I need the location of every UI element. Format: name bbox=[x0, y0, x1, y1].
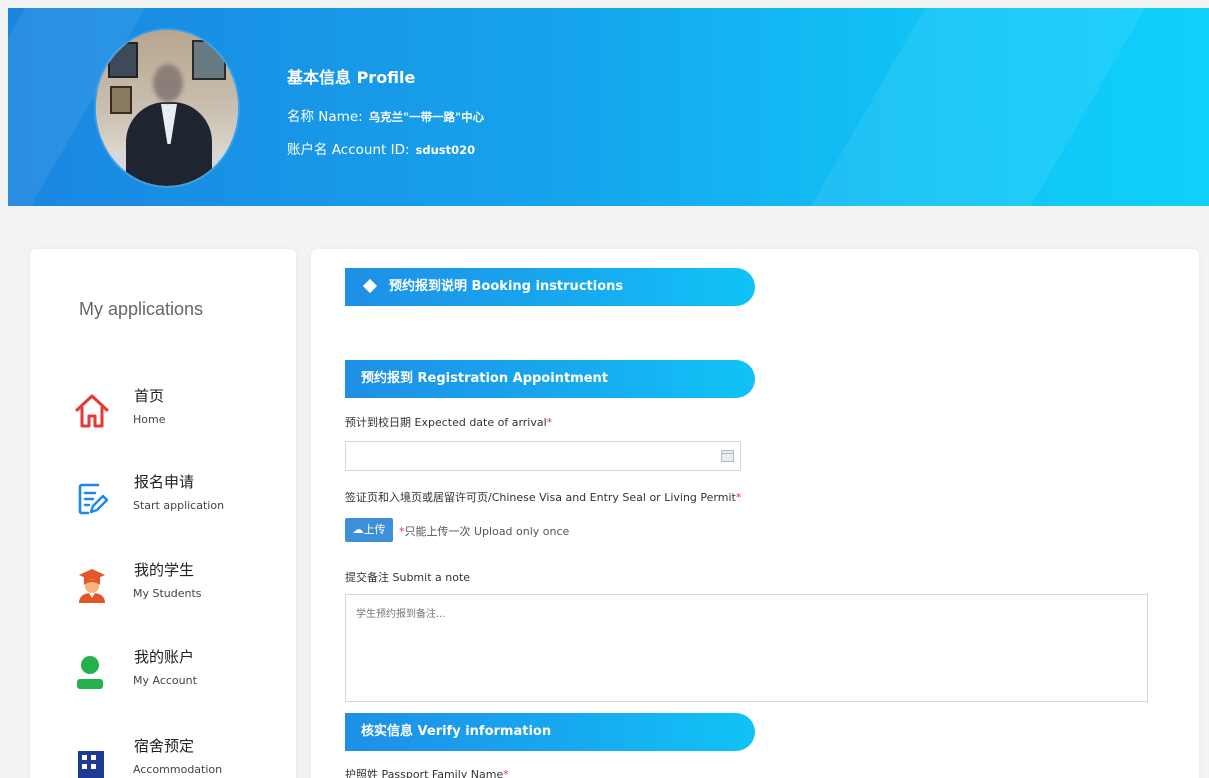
upload-button[interactable]: ☁上传 bbox=[345, 518, 393, 542]
sidebar-item-label: 我的账户 bbox=[134, 648, 195, 666]
sidebar-item-start-application[interactable]: 报名申请 Start application bbox=[74, 469, 274, 529]
section-title: 预约报到 Registration Appointment bbox=[361, 371, 608, 386]
sidebar-item-sublabel: Start application bbox=[133, 499, 225, 512]
diamond-icon bbox=[362, 278, 378, 293]
arrival-date-input[interactable] bbox=[345, 441, 741, 471]
graduate-student-icon bbox=[79, 569, 105, 603]
note-textarea[interactable] bbox=[345, 594, 1148, 702]
sidebar-item-sublabel: Home bbox=[133, 413, 166, 426]
cloud-upload-icon: ☁ bbox=[352, 523, 364, 536]
sidebar-item-sublabel: Accommodation bbox=[133, 763, 223, 776]
sidebar-item-sublabel: My Students bbox=[133, 587, 202, 600]
account-value: sdust020 bbox=[415, 143, 476, 157]
section-title: 核实信息 Verify information bbox=[361, 724, 552, 739]
booking-instructions-header[interactable]: 预约报到说明 Booking instructions bbox=[345, 268, 755, 306]
edit-document-icon bbox=[78, 483, 109, 515]
home-icon bbox=[75, 394, 109, 428]
sidebar-item-my-students[interactable]: 我的学生 My Students bbox=[74, 557, 274, 617]
profile-name: 名称 Name: 乌克兰"一带一路"中心 bbox=[287, 105, 484, 125]
required-mark: * bbox=[735, 491, 742, 504]
name-value: 乌克兰"一带一路"中心 bbox=[368, 110, 485, 124]
name-label: 名称 Name: bbox=[287, 109, 363, 125]
sidebar-item-label: 我的学生 bbox=[134, 561, 195, 579]
profile-banner: 基本信息 Profile 名称 Name: 乌克兰"一带一路"中心 账户名 Acc… bbox=[8, 8, 1209, 206]
verify-information-header: 核实信息 Verify information bbox=[345, 713, 755, 751]
sidebar-item-accommodation[interactable]: 宿舍预定 Accommodation bbox=[74, 733, 274, 778]
account-label: 账户名 Account ID: bbox=[287, 142, 410, 158]
banner-decoration bbox=[810, 8, 1146, 206]
family-name-label: 护照姓 Passport Family Name* bbox=[345, 766, 509, 778]
profile-title: 基本信息 Profile bbox=[287, 68, 416, 87]
visa-label: 签证页和入境页或居留许可页/Chinese Visa and Entry Sea… bbox=[345, 491, 742, 504]
registration-appointment-header: 预约报到 Registration Appointment bbox=[345, 360, 755, 398]
upload-button-label: 上传 bbox=[363, 523, 386, 536]
user-account-icon bbox=[77, 656, 103, 689]
main-panel: 预约报到说明 Booking instructions 预约报到 Registr… bbox=[311, 249, 1199, 778]
sidebar-item-label: 宿舍预定 bbox=[134, 737, 195, 755]
profile-account: 账户名 Account ID: sdust020 bbox=[287, 138, 475, 158]
section-title: 预约报到说明 Booking instructions bbox=[389, 279, 624, 294]
upload-note: *只能上传一次 Upload only once bbox=[399, 525, 570, 538]
calendar-icon[interactable] bbox=[721, 450, 734, 462]
sidebar-item-my-account[interactable]: 我的账户 My Account bbox=[74, 644, 274, 704]
required-mark: * bbox=[503, 768, 509, 778]
avatar[interactable] bbox=[96, 30, 238, 186]
sidebar-title: My applications bbox=[79, 299, 204, 319]
sidebar-item-label: 报名申请 bbox=[134, 473, 195, 491]
building-icon bbox=[78, 751, 104, 778]
required-mark: * bbox=[546, 416, 553, 429]
arrival-date-label: 预计到校日期 Expected date of arrival* bbox=[345, 416, 553, 429]
sidebar-item-sublabel: My Account bbox=[133, 674, 197, 687]
sidebar-item-home[interactable]: 首页 Home bbox=[74, 383, 274, 443]
sidebar-item-label: 首页 bbox=[134, 387, 165, 405]
note-label: 提交备注 Submit a note bbox=[345, 571, 471, 584]
sidebar: My applications 首页 Home 报名申请 Start appli… bbox=[30, 249, 296, 778]
